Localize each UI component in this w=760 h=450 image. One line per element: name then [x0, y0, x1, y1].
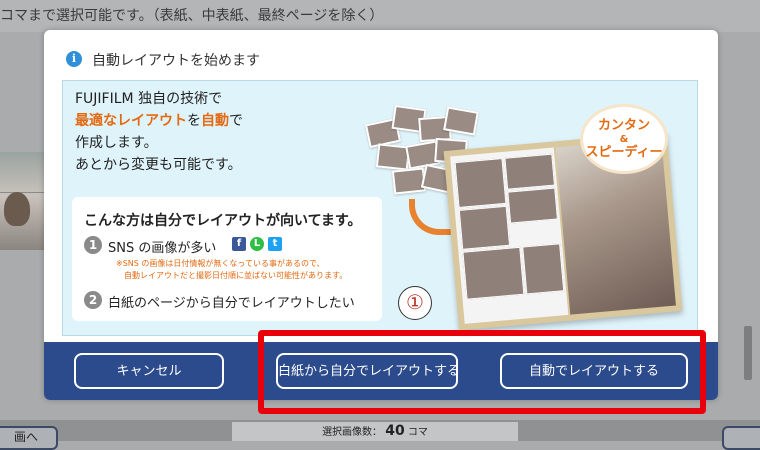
background-scrollbar[interactable]: [744, 326, 752, 380]
item-number-2: 2: [84, 291, 102, 309]
twitter-icon: t: [268, 237, 282, 251]
intro-line-1: FUJIFILM 独自の技術で: [75, 91, 223, 107]
background-back-button[interactable]: 画へ: [0, 426, 58, 450]
background-next-button[interactable]: [722, 426, 760, 450]
intro-highlight-layout: 最適なレイアウト: [75, 113, 187, 129]
thumbnail-photo: [4, 192, 30, 226]
dialog-title: 自動レイアウトを始めます: [92, 53, 260, 69]
selected-count-label: 選択画像数：: [322, 427, 383, 438]
intro-line-3: 作成します。: [75, 135, 158, 151]
book-photo: [462, 246, 525, 300]
intro-line-4: あとから変更も可能です。: [75, 157, 242, 173]
background-thumbnail: [0, 152, 44, 250]
book-photo: [454, 158, 507, 209]
badge-line-2: スピーディー: [585, 145, 663, 160]
recommendation-card: こんな方は自分でレイアウトが向いてます。 1 SNS の画像が多い f L t …: [72, 197, 382, 321]
sns-note-line-1: ※SNS の画像は日付情報が無くなっている事があるので、: [116, 259, 325, 268]
annotation-marker: ①: [398, 286, 432, 320]
recommendation-title: こんな方は自分でレイアウトが向いてます。: [84, 213, 362, 229]
cancel-button[interactable]: キャンセル: [74, 353, 224, 389]
facebook-icon: f: [232, 237, 246, 251]
book-photo: [504, 153, 556, 190]
item-2-text: 白紙のページから自分でレイアウトしたい: [108, 296, 355, 311]
background-notice: コマまで選択可能です。（表紙、中表紙、最終ページを除く）: [0, 0, 760, 32]
sns-note-line-2: 自動レイアウトだと撮影日付順に並ばない可能性があります。: [124, 271, 348, 280]
highlight-frame: [258, 330, 706, 414]
sns-note: ※SNS の画像は日付情報が無くなっている事があるので、 自動レイアウトだと撮影…: [116, 258, 347, 282]
book-photo: [507, 187, 558, 224]
info-icon: i: [66, 51, 82, 67]
item-1-text: SNS の画像が多い: [108, 241, 217, 256]
intro-particle-2: で: [229, 113, 243, 129]
intro-line-2: 最適なレイアウトを自動で: [75, 110, 243, 132]
selected-count-unit: コマ: [407, 427, 428, 438]
dialog-header: i 自動レイアウトを始めます: [44, 30, 718, 80]
badge-line-1: カンタン: [597, 118, 650, 133]
book-photo: [522, 243, 565, 295]
book-left-page: [450, 147, 569, 324]
intro-text: FUJIFILM 独自の技術で 最適なレイアウトを自動で 作成します。 あとから…: [75, 88, 243, 176]
book-photo: [458, 205, 511, 250]
line-icon: L: [250, 237, 264, 251]
intro-particle: を: [187, 113, 201, 129]
intro-highlight-auto: 自動: [201, 113, 229, 129]
badge-ampersand: &: [619, 134, 629, 145]
easy-speedy-badge: カンタン & スピーディー: [583, 107, 665, 171]
dialog-info-panel: FUJIFILM 独自の技術で 最適なレイアウトを自動で 作成します。 あとから…: [62, 80, 698, 336]
selected-count: 選択画像数： 40 コマ: [232, 422, 518, 441]
selected-count-value: 40: [385, 423, 405, 439]
item-number-1: 1: [84, 236, 102, 254]
